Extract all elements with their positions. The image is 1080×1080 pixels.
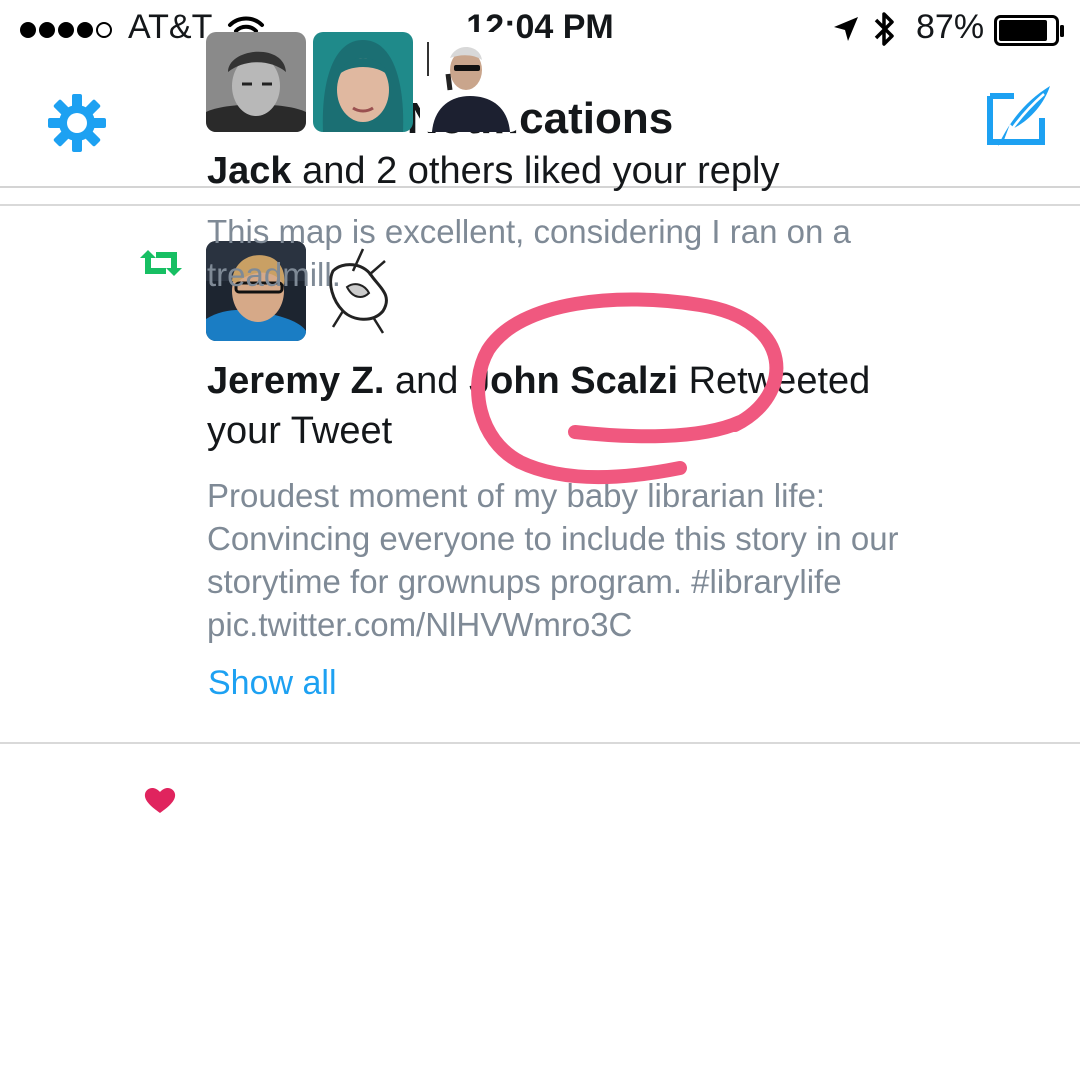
retweet-icon — [138, 248, 184, 283]
status-bar: AT&T 12:04 PM 87% — [0, 0, 1080, 62]
notification-summary: Jack and 2 others liked your reply — [207, 150, 780, 192]
actor-name[interactable]: Jeremy Z. — [207, 360, 384, 402]
heart-icon — [144, 786, 176, 819]
battery-icon — [994, 15, 1066, 52]
location-arrow-icon — [832, 15, 860, 48]
avatar-jack[interactable] — [206, 32, 306, 132]
actor-name[interactable]: Jack — [207, 150, 292, 192]
avatar-liker-2[interactable] — [313, 32, 413, 132]
tweet-preview[interactable]: This map is excellent, considering I ran… — [207, 210, 1050, 296]
page-title: Notifications — [406, 94, 674, 143]
bluetooth-icon — [872, 10, 898, 53]
tweet-preview[interactable]: Proudest moment of my baby librarian lif… — [207, 474, 1050, 646]
notification-like[interactable] — [0, 746, 1080, 1080]
battery-percent: 87% — [916, 8, 985, 46]
actor-name[interactable]: John Scalzi — [469, 360, 678, 402]
avatar-row — [206, 32, 520, 132]
notification-summary: Jeremy Z. and John Scalzi Retweeted your… — [207, 360, 871, 452]
avatar-liker-3[interactable] — [420, 32, 520, 132]
show-all-link[interactable]: Show all — [208, 664, 337, 703]
